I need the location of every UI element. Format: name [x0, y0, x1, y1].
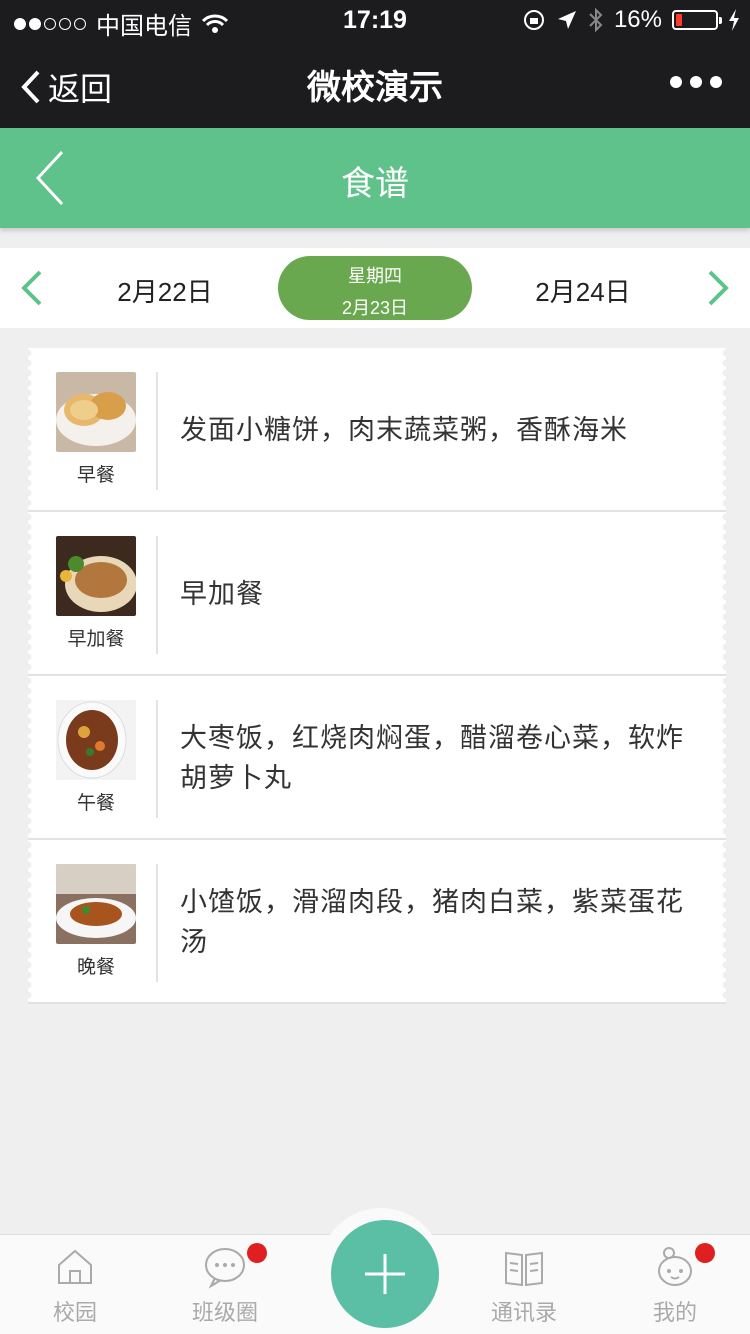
nav-title: 微校演示 — [307, 69, 443, 107]
meal-label: 午餐 — [76, 793, 115, 814]
chat-bubble-icon — [205, 1248, 245, 1289]
divider — [156, 536, 158, 654]
location-icon — [557, 11, 576, 29]
meal-card-morning-snack[interactable]: 早加餐 早加餐 — [24, 512, 730, 676]
more-menu-button[interactable] — [670, 76, 722, 88]
tab-contacts[interactable]: 通讯录 — [474, 1245, 574, 1327]
meal-photo — [56, 372, 136, 452]
date-current-weekday: 星期四 — [348, 266, 402, 286]
profile-icon — [658, 1247, 692, 1286]
meal-description: 大枣饭，红烧肉焖蛋，醋溜卷心菜，软炸胡萝卜丸 — [180, 723, 684, 793]
meal-card-dinner[interactable]: 晚餐 小馇饭，滑溜肉段，猪肉白菜，紫菜蛋花汤 — [24, 840, 730, 1004]
bluetooth-icon — [589, 8, 603, 32]
date-current-date: 2月23日 — [341, 298, 409, 318]
meal-photo — [56, 700, 136, 780]
charging-icon — [729, 9, 739, 31]
divider — [156, 864, 158, 982]
divider — [156, 372, 158, 490]
tab-label: 班级圈 — [191, 1300, 258, 1325]
meal-card-lunch[interactable]: 午餐 大枣饭，红烧肉焖蛋，醋溜卷心菜，软炸胡萝卜丸 — [24, 676, 730, 840]
more-dots-icon — [670, 76, 682, 88]
add-button[interactable] — [331, 1220, 439, 1328]
date-selector: 2月22日 星期四 2月23日 2月24日 — [0, 248, 750, 328]
wechat-nav-bar: 返回 微校演示 — [0, 40, 750, 128]
meal-card-breakfast[interactable]: 早餐 发面小糖饼，肉末蔬菜粥，香酥海米 — [24, 348, 730, 512]
rotation-lock-icon — [523, 10, 544, 30]
tab-label: 校园 — [52, 1300, 97, 1325]
date-prev[interactable]: 2月22日 — [110, 272, 220, 309]
tab-campus[interactable]: 校园 — [25, 1245, 125, 1327]
notification-badge — [695, 1243, 715, 1263]
battery-percent: 16% — [613, 6, 662, 33]
meal-label: 晚餐 — [76, 957, 115, 978]
notification-badge — [247, 1243, 267, 1263]
meal-description: 发面小糖饼，肉末蔬菜粥，香酥海米 — [180, 415, 628, 445]
date-current[interactable]: 星期四 2月23日 — [278, 256, 472, 320]
tab-class-circle[interactable]: 班级圈 — [175, 1243, 275, 1327]
meal-photo — [56, 536, 136, 616]
battery-icon — [672, 10, 722, 30]
tab-label: 通讯录 — [490, 1300, 557, 1325]
divider — [156, 700, 158, 818]
meal-list: 早餐 发面小糖饼，肉末蔬菜粥，香酥海米 早加餐 早加餐 午餐 大枣饭，红烧肉焖蛋… — [24, 348, 730, 1004]
meal-label: 早餐 — [76, 465, 115, 486]
meal-photo — [56, 864, 136, 944]
book-icon — [505, 1251, 543, 1287]
home-icon — [58, 1249, 92, 1284]
tab-label: 我的 — [652, 1300, 697, 1325]
page-header: 食谱 — [0, 128, 750, 228]
meal-description: 小馇饭，滑溜肉段，猪肉白菜，紫菜蛋花汤 — [180, 887, 684, 957]
next-day-button[interactable] — [704, 268, 734, 308]
tab-me[interactable]: 我的 — [625, 1243, 725, 1327]
plus-icon — [365, 1254, 405, 1294]
prev-day-button[interactable] — [16, 268, 46, 308]
status-bar: 中国电信 17:19 16% — [0, 0, 750, 40]
page-title: 食谱 — [341, 165, 409, 203]
meal-description: 早加餐 — [180, 579, 264, 609]
meal-label: 早加餐 — [67, 629, 125, 650]
date-next[interactable]: 2月24日 — [528, 272, 638, 309]
